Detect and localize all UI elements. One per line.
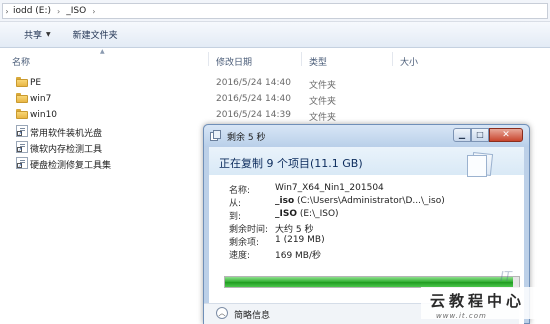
toolbar: 共享 ▼ 新建文件夹 [0, 22, 550, 48]
share-label: 共享 [24, 31, 43, 41]
shortcut-icon: ↗ [16, 141, 28, 153]
info-value: 大约 5 秒 [275, 222, 313, 235]
address-chevron-icon[interactable]: › [3, 7, 11, 16]
dialog-header: 正在复制 9 个项目(11.1 GB) [209, 147, 524, 177]
breadcrumb-drive[interactable]: iodd (E:) [11, 6, 53, 16]
file-type: 文件夹 [309, 97, 337, 107]
file-name: 微软内存检测工具 [30, 145, 103, 155]
info-row-name: 名称: Win7_X64_Nin1_201504 [229, 183, 519, 196]
file-name: 常用软件装机光盘 [30, 129, 103, 139]
folder-icon [16, 109, 28, 121]
info-key: 剩余项: [229, 238, 260, 248]
column-header: ▲ 名称 修改日期 类型 大小 [0, 48, 550, 70]
column-date[interactable]: 修改日期 [216, 55, 252, 68]
file-name: 硬盘检测修复工具集 [30, 161, 112, 171]
info-value-text: Win7_X64_Nin1_201504 [275, 183, 384, 193]
folder-icon [16, 77, 28, 89]
address-field[interactable]: › iodd (E:) › _ISO › [2, 3, 548, 19]
details-label[interactable]: 简略信息 [234, 308, 270, 321]
source-folder-link[interactable]: _iso [275, 196, 294, 206]
document-icon [467, 155, 487, 177]
file-name: win7 [30, 94, 52, 104]
column-name[interactable]: 名称 [12, 55, 30, 68]
info-key: 从: [229, 199, 242, 209]
watermark-text: 云教程中心 [430, 292, 526, 310]
info-value: 169 MB/秒 [275, 248, 321, 261]
new-folder-button[interactable]: 新建文件夹 [73, 28, 118, 41]
chevron-down-icon: ▼ [46, 31, 51, 38]
info-row-items-remaining: 剩余项: 1 (219 MB) [229, 235, 519, 248]
file-date: 2016/5/24 14:39 [216, 110, 291, 120]
file-type: 文件夹 [309, 81, 337, 91]
minimize-button[interactable]: ▁ [453, 128, 471, 142]
file-row[interactable]: win7 2016/5/24 14:40 文件夹 [10, 92, 430, 108]
destination-folder-link[interactable]: _ISO [275, 209, 297, 219]
info-value-text: (C:\Users\Administrator\D...\_iso) [294, 196, 445, 206]
close-button[interactable]: ✕ [489, 128, 523, 142]
file-name: PE [30, 78, 42, 88]
file-row[interactable]: win10 2016/5/24 14:39 文件夹 [10, 108, 430, 124]
dialog-title: 剩余 5 秒 [227, 133, 266, 143]
file-name: win10 [30, 110, 58, 120]
column-size[interactable]: 大小 [400, 55, 418, 68]
column-divider[interactable] [301, 52, 302, 66]
dialog-titlebar[interactable]: 剩余 5 秒 ▁ □ ✕ [204, 125, 529, 147]
info-row-to: 到: _ISO (E:\_ISO) [229, 209, 519, 222]
info-value: Win7_X64_Nin1_201504 [275, 183, 384, 193]
column-divider[interactable] [392, 52, 393, 66]
info-key: 名称: [229, 186, 251, 196]
info-key: 速度: [229, 251, 251, 261]
info-row-time-remaining: 剩余时间: 大约 5 秒 [229, 222, 519, 235]
shortcut-icon: ↗ [16, 125, 28, 137]
address-bar: › iodd (E:) › _ISO › [0, 0, 550, 22]
shortcut-icon: ↗ [16, 157, 28, 169]
info-value-text: 大约 5 秒 [275, 225, 314, 235]
file-date: 2016/5/24 14:40 [216, 78, 291, 88]
info-value: _iso (C:\Users\Administrator\D...\_iso) [275, 196, 445, 206]
column-type[interactable]: 类型 [309, 55, 327, 68]
watermark-url: www.it.com [436, 312, 487, 320]
sort-indicator-icon: ▲ [100, 48, 105, 55]
collapse-details-button[interactable]: ︿ [216, 307, 228, 319]
breadcrumb-folder[interactable]: _ISO [64, 6, 88, 16]
info-value: _ISO (E:\_ISO) [275, 209, 339, 219]
info-value: 1 (219 MB) [275, 235, 325, 245]
file-date: 2016/5/24 14:40 [216, 94, 291, 104]
info-key: 到: [229, 212, 242, 222]
info-key: 剩余时间: [229, 225, 269, 235]
info-value-text: (E:\_ISO) [296, 209, 339, 219]
copy-heading: 正在复制 9 个项目(11.1 GB) [219, 157, 363, 170]
file-type: 文件夹 [309, 113, 337, 123]
copy-icon [210, 130, 221, 141]
column-divider[interactable] [208, 52, 209, 66]
watermark-logo: IT [500, 270, 512, 285]
info-value-text: 169 MB/秒 [275, 251, 322, 261]
folder-icon [16, 93, 28, 105]
share-button[interactable]: 共享 ▼ [24, 28, 51, 41]
new-folder-label: 新建文件夹 [72, 31, 118, 41]
info-value-text: 1 (219 MB) [275, 235, 325, 245]
breadcrumb-separator-icon[interactable]: › [88, 7, 99, 16]
progress-fill [225, 277, 514, 287]
info-row-speed: 速度: 169 MB/秒 [229, 248, 519, 261]
breadcrumb-separator-icon[interactable]: › [53, 7, 64, 16]
file-row[interactable]: PE 2016/5/24 14:40 文件夹 [10, 76, 430, 92]
maximize-button[interactable]: □ [471, 128, 489, 142]
info-row-from: 从: _iso (C:\Users\Administrator\D...\_is… [229, 196, 519, 209]
